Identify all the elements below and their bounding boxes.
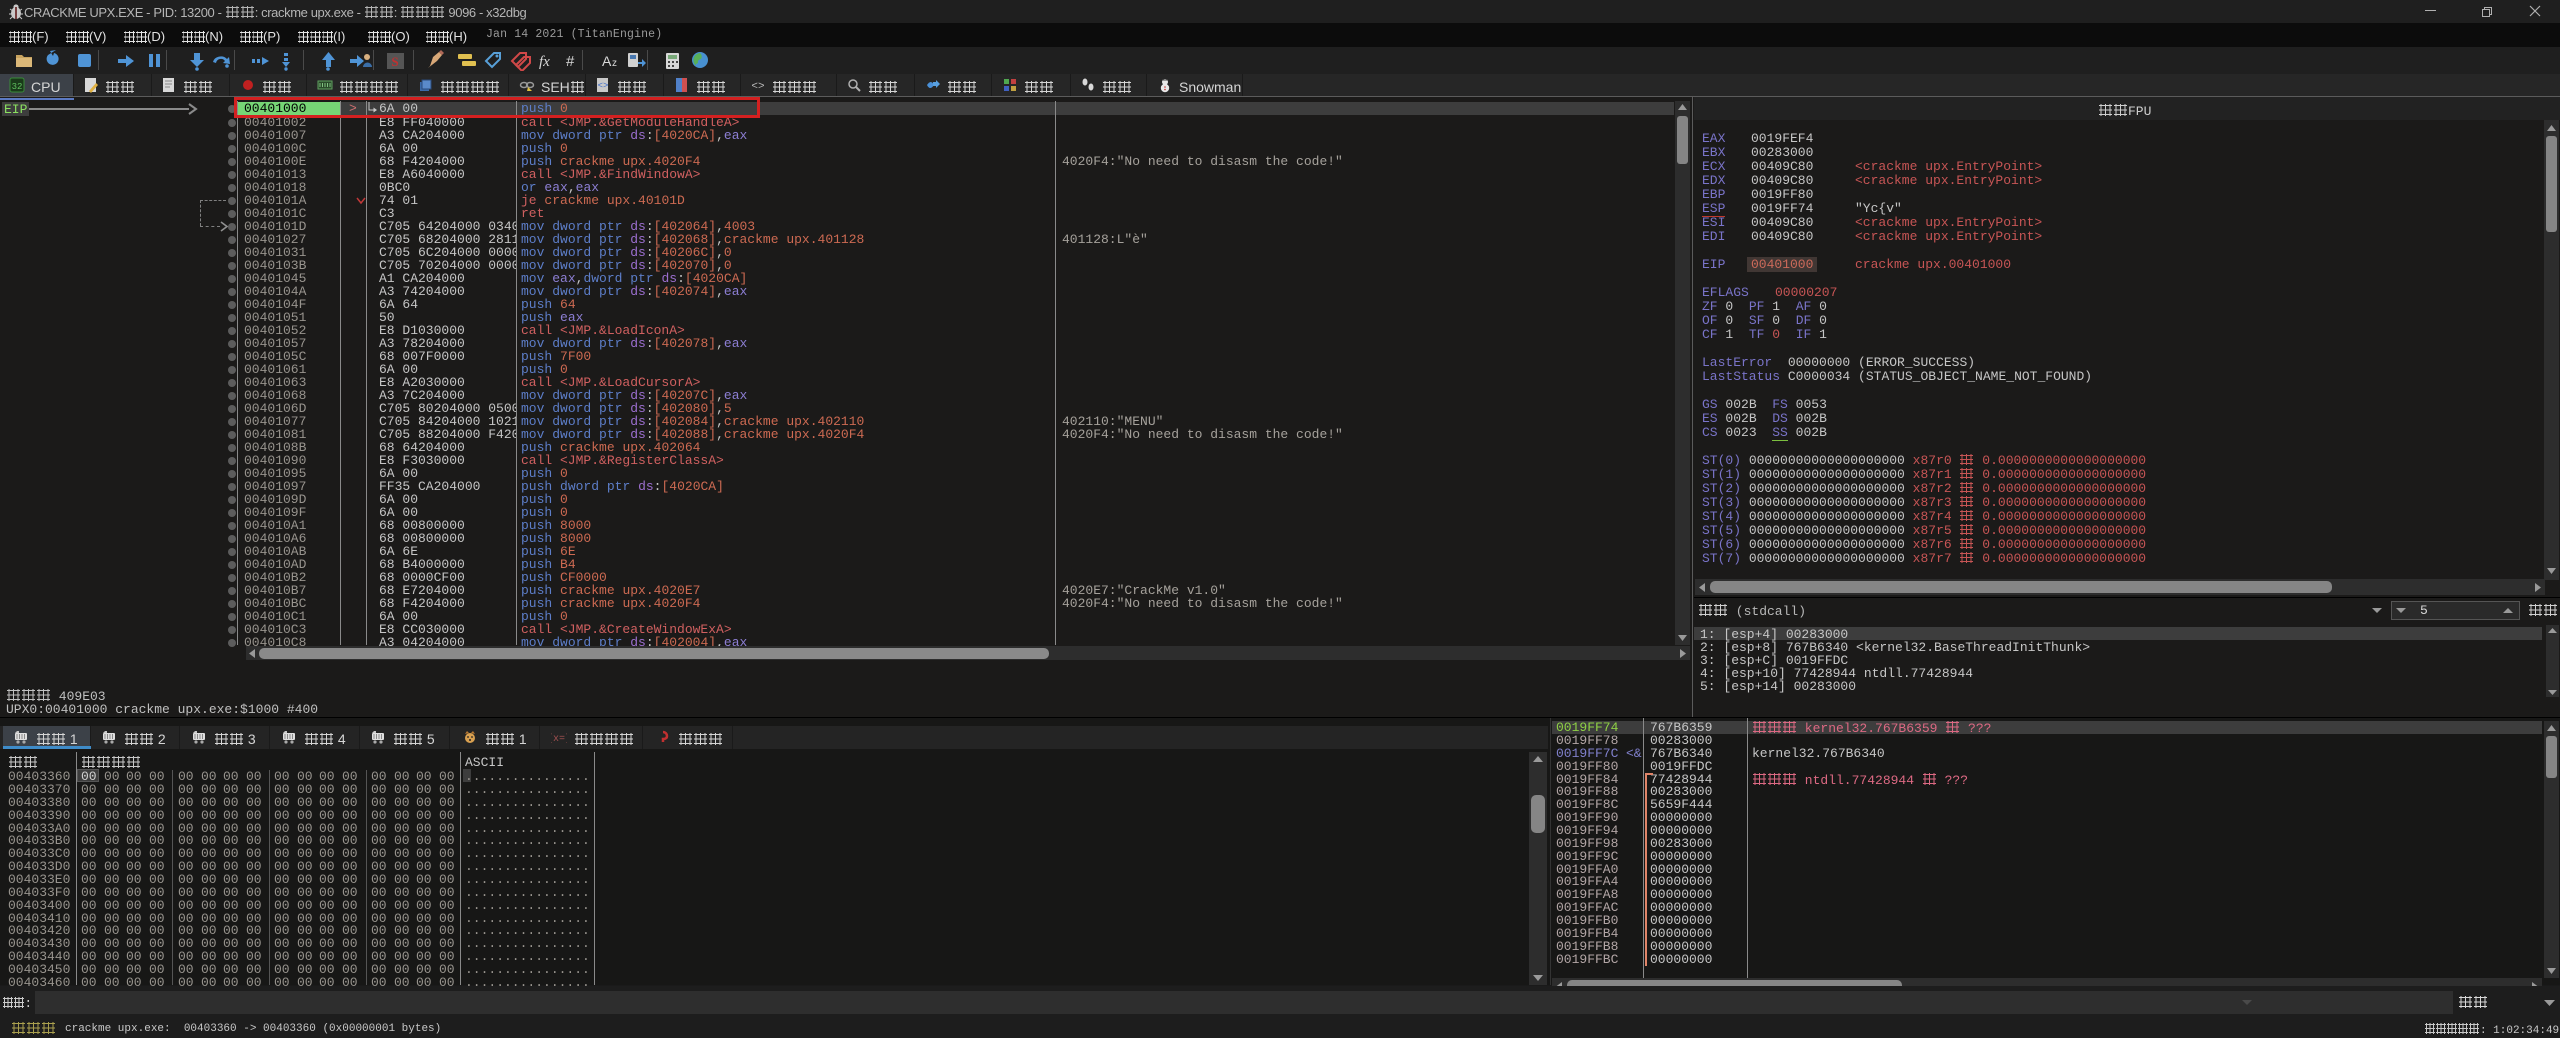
svg-text:<>: <> (751, 81, 764, 93)
svg-text:fx: fx (539, 54, 550, 70)
svg-text:32: 32 (12, 82, 23, 92)
svg-text:[x=]: [x=] (551, 733, 567, 745)
svg-text:S: S (391, 54, 398, 69)
svg-text:#: # (566, 53, 575, 70)
svg-text:z: z (612, 58, 617, 69)
svg-text:<>: <> (598, 81, 609, 91)
svg-text:A: A (602, 53, 612, 69)
